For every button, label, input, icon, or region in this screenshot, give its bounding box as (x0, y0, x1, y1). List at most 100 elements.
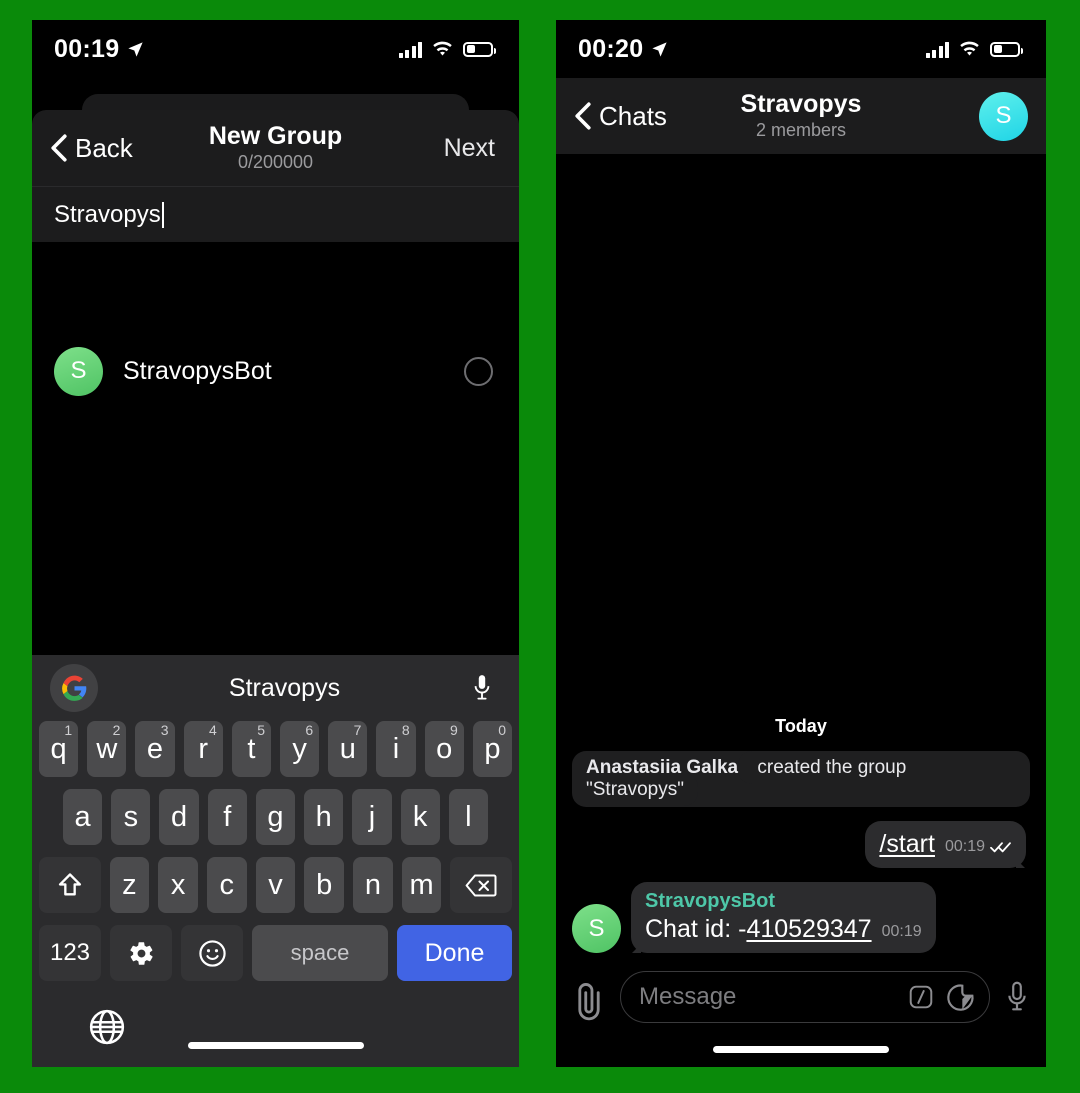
on-screen-keyboard: Stravopys 1q 2w 3e 4r 5t 6y 7u 8i 9o 0p … (32, 655, 519, 1067)
backspace-key[interactable] (450, 857, 513, 913)
key-g[interactable]: g (255, 789, 296, 845)
key-num: 3 (160, 722, 169, 738)
message-bubble-incoming[interactable]: StravopysBot Chat id: -410529347 00:19 (631, 882, 936, 953)
group-search-input[interactable]: Stravopys (32, 186, 519, 242)
message-input[interactable]: Message (620, 971, 990, 1023)
chats-back-button[interactable]: Chats (574, 101, 667, 132)
screenshot-root: 00:19 Back New Group 0/200000 Next Strav… (0, 0, 1080, 1093)
key-n[interactable]: n (353, 857, 393, 913)
home-indicator (187, 1042, 364, 1049)
message-placeholder: Message (639, 983, 737, 1010)
key-o[interactable]: 9o (424, 721, 464, 777)
key-p[interactable]: 0p (472, 721, 513, 777)
key-u[interactable]: 7u (328, 721, 368, 777)
service-message: Anastasiia Galka created the group "Stra… (572, 751, 1030, 807)
key-num: 8 (401, 722, 410, 738)
globe-icon[interactable] (88, 1008, 126, 1046)
space-key[interactable]: space (252, 925, 388, 981)
key-b[interactable]: b (304, 857, 345, 913)
chat-message-list[interactable]: Today Anastasiia Galka created the group… (556, 154, 1046, 961)
avatar[interactable]: S (572, 904, 621, 953)
chat-navbar: Chats Stravopys 2 members S (556, 78, 1046, 154)
key-k[interactable]: k (400, 789, 440, 845)
outgoing-message-meta: 00:19 (945, 838, 1012, 859)
cellular-signal-icon (925, 41, 949, 58)
emoji-key[interactable] (181, 925, 243, 981)
key-e[interactable]: 3e (135, 721, 175, 777)
done-key[interactable]: Done (397, 925, 512, 981)
message-bubble-outgoing[interactable]: /start 00:19 (865, 821, 1026, 868)
key-x[interactable]: x (158, 857, 198, 913)
key-a[interactable]: a (63, 789, 103, 845)
suggestion-word[interactable]: Stravopys (98, 674, 471, 703)
new-group-sheet: Back New Group 0/200000 Next Stravopys S… (32, 110, 519, 1067)
key-num: 9 (450, 722, 458, 738)
location-arrow-icon (652, 41, 668, 57)
outgoing-message-text: /start (879, 830, 935, 858)
microphone-icon[interactable] (1004, 979, 1030, 1019)
chats-back-label: Chats (599, 100, 667, 131)
key-l[interactable]: l (448, 789, 488, 845)
key-q[interactable]: 1q (38, 721, 79, 777)
gear-icon (129, 941, 153, 965)
wifi-icon (433, 41, 452, 56)
smiley-icon (198, 939, 226, 967)
key-r[interactable]: 4r (183, 721, 223, 777)
key-f[interactable]: f (207, 789, 247, 845)
right-status-bar: 00:20 (556, 20, 1046, 78)
key-j[interactable]: j (352, 789, 392, 845)
key-w[interactable]: 2w (87, 721, 127, 777)
incoming-message-line: Chat id: -410529347 00:19 (645, 915, 922, 944)
home-indicator (713, 1046, 889, 1053)
keyboard-settings-key[interactable] (110, 925, 172, 981)
key-num: 7 (353, 722, 362, 738)
chat-members-count: 2 members (755, 120, 847, 141)
key-num: 5 (257, 722, 265, 738)
shift-key[interactable] (39, 857, 101, 913)
key-d[interactable]: d (159, 789, 199, 845)
chat-title: Stravopys (740, 89, 862, 118)
sticker-icon[interactable] (946, 983, 975, 1012)
key-y[interactable]: 6y (280, 721, 320, 777)
key-s[interactable]: s (111, 789, 151, 845)
paperclip-icon[interactable] (572, 979, 606, 1029)
globe-row (32, 981, 519, 1067)
key-c[interactable]: c (206, 857, 247, 913)
google-logo-icon[interactable] (50, 664, 98, 712)
key-z[interactable]: z (109, 857, 150, 913)
status-time: 00:20 (578, 34, 644, 63)
avatar: S (54, 346, 103, 396)
slash-command-icon[interactable] (908, 984, 934, 1010)
chevron-left-icon (51, 134, 67, 162)
key-t[interactable]: 5t (231, 721, 271, 777)
key-num: 2 (112, 722, 121, 738)
key-num: 1 (64, 722, 73, 738)
microphone-icon[interactable] (471, 673, 493, 703)
chat-id-value: 410529347 (746, 915, 872, 943)
next-button[interactable]: Next (444, 134, 495, 163)
status-time: 00:19 (54, 34, 120, 63)
status-right (398, 41, 496, 58)
key-label: i (392, 732, 400, 765)
chat-avatar[interactable]: S (979, 91, 1028, 141)
location-arrow-icon (128, 41, 144, 57)
keyboard-row-3: z x c v b n m (32, 857, 519, 913)
incoming-message-text: Chat id: -410529347 (645, 915, 872, 943)
left-phone-screen: 00:19 Back New Group 0/200000 Next Strav… (32, 20, 519, 1067)
right-phone-screen: 00:20 Chats Stravopys 2 members S Today … (556, 20, 1046, 1067)
outgoing-message-row: /start 00:19 (572, 821, 1030, 868)
key-h[interactable]: h (304, 789, 344, 845)
page-title: New Group (208, 121, 343, 150)
select-contact-checkbox[interactable] (464, 356, 493, 386)
list-item[interactable]: S StravopysBot (32, 332, 519, 410)
key-label: t (247, 732, 256, 765)
key-v[interactable]: v (255, 857, 296, 913)
cellular-signal-icon (398, 41, 422, 58)
back-button[interactable]: Back (50, 133, 133, 164)
left-status-bar: 00:19 (32, 20, 519, 78)
numbers-key[interactable]: 123 (39, 925, 101, 981)
key-m[interactable]: m (401, 857, 442, 913)
suggestion-strip: Stravopys (32, 655, 519, 721)
key-i[interactable]: 8i (376, 721, 416, 777)
back-label: Back (75, 132, 133, 163)
